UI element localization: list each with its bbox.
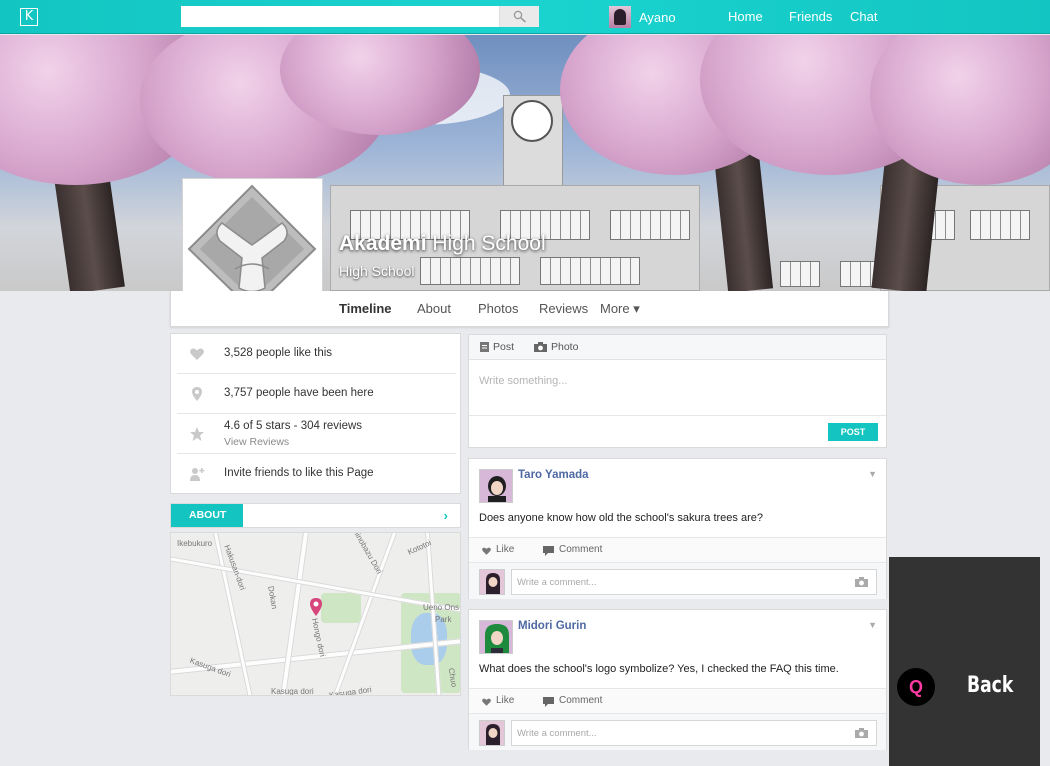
camera-icon[interactable] xyxy=(855,728,868,738)
post-tab[interactable]: Post xyxy=(493,341,514,353)
photo-tab[interactable]: Photo xyxy=(551,341,578,353)
page-tab-bar: Timeline About Photos Reviews More ▾ xyxy=(170,291,889,327)
star-icon xyxy=(190,427,204,441)
nav-home[interactable]: Home xyxy=(728,9,763,24)
search-icon xyxy=(513,10,527,23)
tab-photos[interactable]: Photos xyxy=(478,301,518,316)
post-text: Does anyone know how old the school's sa… xyxy=(479,512,763,524)
rating-text: 4.6 of 5 stars - 304 reviews xyxy=(224,420,363,432)
view-reviews-link[interactable]: View Reviews xyxy=(224,436,289,448)
about-label: ABOUT xyxy=(171,504,243,527)
avatar[interactable] xyxy=(479,620,513,654)
feed-post: Taro Yamada ▼ Does anyone know how old t… xyxy=(468,458,887,599)
map-label: Shinobazu Dori xyxy=(348,532,384,576)
back-panel xyxy=(889,557,1040,766)
avatar[interactable] xyxy=(479,469,513,503)
post-author[interactable]: Taro Yamada xyxy=(518,469,589,481)
nav-friends[interactable]: Friends xyxy=(789,9,832,24)
post-composer: Post Photo Write something... POST xyxy=(468,334,887,448)
comment-placeholder: Write a comment... xyxy=(517,728,597,739)
map-label: Ueno Ons xyxy=(423,603,460,612)
user-name: Ayano xyxy=(639,9,676,25)
likes-row: 3,528 people like this xyxy=(177,334,456,374)
chevron-right-icon[interactable]: › xyxy=(444,508,448,523)
post-author[interactable]: Midori Gurin xyxy=(518,620,586,632)
post-text: What does the school's logo symbolize? Y… xyxy=(479,663,839,675)
q-key-icon[interactable]: Q xyxy=(897,668,935,706)
map-label: Dokan xyxy=(266,585,280,610)
map-marker-icon xyxy=(310,598,322,616)
add-person-icon xyxy=(190,468,205,481)
map-label: Hongo dori xyxy=(310,617,328,658)
comment-input[interactable]: Write a comment... xyxy=(511,720,877,746)
like-button[interactable]: Like xyxy=(496,544,514,555)
camera-icon xyxy=(534,342,547,352)
about-section-header[interactable]: ABOUT › xyxy=(170,503,461,528)
page-info-box: 3,528 people like this 3,757 people have… xyxy=(170,333,461,494)
chevron-down-icon[interactable]: ▼ xyxy=(868,469,877,479)
chevron-down-icon[interactable]: ▼ xyxy=(868,620,877,630)
heart-icon xyxy=(482,698,491,706)
tab-timeline[interactable]: Timeline xyxy=(339,301,392,316)
map-label: Ikebukuro xyxy=(177,539,213,548)
comment-icon xyxy=(543,546,554,556)
tab-reviews[interactable]: Reviews xyxy=(539,301,588,316)
nav-chat[interactable]: Chat xyxy=(850,9,877,24)
invite-row[interactable]: Invite friends to like this Page xyxy=(177,454,456,494)
page-category: High School xyxy=(339,263,415,279)
comment-button[interactable]: Comment xyxy=(559,695,602,706)
visits-count: 3,757 people have been here xyxy=(224,387,374,399)
profile-link[interactable]: Ayano xyxy=(609,6,676,28)
heart-icon xyxy=(482,547,491,555)
likes-count: 3,528 people like this xyxy=(224,347,333,359)
top-bar: K Ayano Home Friends Chat xyxy=(0,0,1050,34)
location-map[interactable]: Hakusan-dori Kasuga dori Kasuga dori Kas… xyxy=(170,532,461,696)
avatar xyxy=(479,569,505,595)
comment-input[interactable]: Write a comment... xyxy=(511,569,877,595)
rating-row: 4.6 of 5 stars - 304 reviews View Review… xyxy=(177,414,456,454)
tab-about[interactable]: About xyxy=(417,301,451,316)
comment-placeholder: Write a comment... xyxy=(517,577,597,588)
like-button[interactable]: Like xyxy=(496,695,514,706)
map-label: Park xyxy=(435,615,452,624)
search-input[interactable] xyxy=(181,6,539,27)
camera-icon[interactable] xyxy=(855,577,868,587)
search-button[interactable] xyxy=(499,6,539,27)
heart-icon xyxy=(190,348,204,360)
comment-icon xyxy=(543,697,554,707)
post-icon xyxy=(480,342,489,352)
comment-button[interactable]: Comment xyxy=(559,544,602,555)
avatar xyxy=(609,6,631,28)
visits-row: 3,757 people have been here xyxy=(177,374,456,414)
logo-icon[interactable]: K xyxy=(20,8,38,26)
tab-more[interactable]: More ▾ xyxy=(600,301,640,317)
post-button[interactable]: POST xyxy=(828,423,878,441)
post-input[interactable]: Write something... xyxy=(479,375,567,387)
location-pin-icon xyxy=(192,387,202,401)
feed-post: Midori Gurin ▼ What does the school's lo… xyxy=(468,609,887,750)
back-button[interactable]: Back xyxy=(967,673,1013,698)
map-label: Kasuga dori xyxy=(271,687,314,696)
avatar xyxy=(479,720,505,746)
page-title: Akademi High School xyxy=(339,232,546,255)
invite-friends-link[interactable]: Invite friends to like this Page xyxy=(224,467,374,479)
